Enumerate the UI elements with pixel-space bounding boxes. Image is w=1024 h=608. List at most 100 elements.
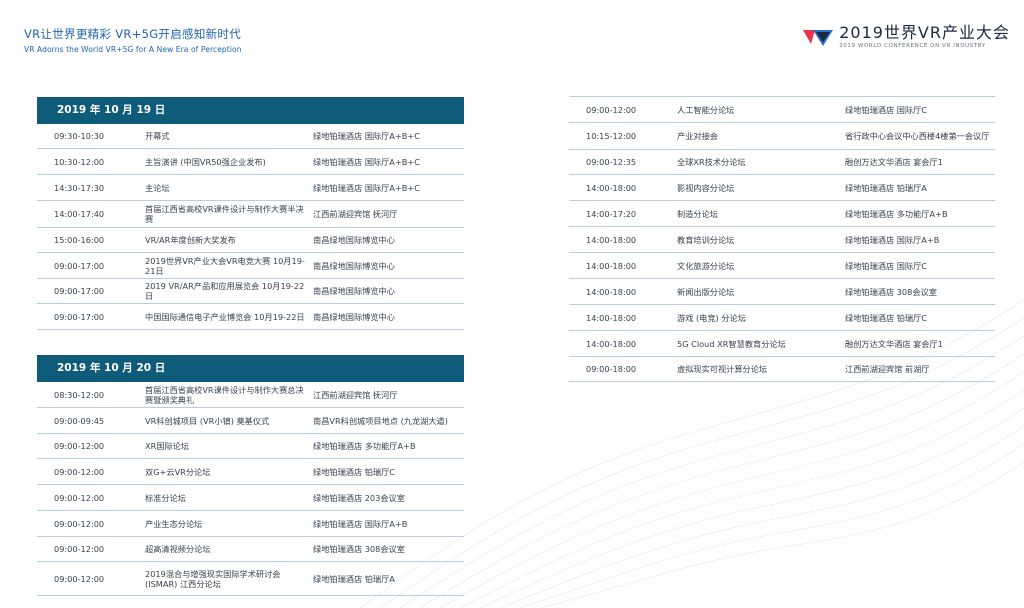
schedule-row: 14:00-18:00 教育培训分论坛 绿地铂瑞酒店 国际厅A+B xyxy=(569,227,995,253)
schedule-event: 中国国际通信电子产业博览会 10月19-22日 xyxy=(145,311,305,322)
schedule-venue: 南昌绿地国际博览中心 xyxy=(313,260,395,271)
schedule-row: 14:00-18:00 影视内容分论坛 绿地铂瑞酒店 铂瑞厅A xyxy=(569,175,995,201)
schedule-row: 10:15-12:00 产业对接会 省行政中心会议中心西楼4楼第一会议厅 xyxy=(569,123,995,150)
brand-title: 2019世界VR产业大会 xyxy=(839,23,1010,42)
schedule-venue: 绿地铂瑞酒店 国际厅A+B xyxy=(313,518,408,529)
schedule-row: 09:00-18:00 虚拟现实可视计算分论坛 江西前湖迎宾馆 前湖厅 xyxy=(569,357,995,382)
conference-logo-icon xyxy=(803,29,834,46)
slogan-chinese: VR让世界更精彩 VR+5G开启感知新时代 xyxy=(24,27,242,41)
schedule-row: 14:00-17:40 首届江西省高校VR课件设计与制作大赛半决赛 江西前湖迎宾馆 … xyxy=(37,201,464,228)
schedule-venue: 绿地铂瑞酒店 铂瑞厅A xyxy=(313,573,395,584)
brand-subtitle: 2019 WORLD CONFERENCE ON VR INDUSTRY xyxy=(839,43,986,49)
schedule-event: XR国际论坛 xyxy=(145,441,190,451)
schedule-time: 09:00-12:00 xyxy=(54,466,105,477)
schedule-event: 产业对接会 xyxy=(677,131,718,141)
schedule-time: 09:00-17:00 xyxy=(54,311,105,322)
schedule-event: 虚拟现实可视计算分论坛 xyxy=(677,364,768,374)
slogan-block: VR让世界更精彩 VR+5G开启感知新时代 VR Adorns the Worl… xyxy=(24,26,242,54)
schedule-time: 09:30-10:30 xyxy=(54,131,105,141)
schedule-venue: 南昌绿地国际博览中心 xyxy=(313,311,395,322)
schedule-event: 主旨演讲 (中国VR50强企业发布) xyxy=(145,156,266,167)
schedule-row: 15:00-16:00 VR/AR年度创新大奖发布 南昌绿地国际博览中心 xyxy=(37,228,464,253)
schedule-event: 5G Cloud XR智慧教育分论坛 xyxy=(677,338,786,349)
schedule-venue: 江西前湖迎宾馆 抚河厅 xyxy=(313,389,398,400)
schedule-venue: 融创万达文华酒店 宴会厅1 xyxy=(845,338,943,349)
schedule-time: 09:00-09:45 xyxy=(54,415,105,426)
schedule-event: 标准分论坛 xyxy=(145,492,186,503)
schedule-row: 14:00-18:00 文化旅游分论坛 绿地铂瑞酒店 国际厅C xyxy=(569,253,995,279)
day1-schedule-table: 09:30-10:30 开幕式 绿地铂瑞酒店 国际厅A+B+C 10:30-12:00… xyxy=(37,124,464,330)
schedule-event: 开幕式 xyxy=(145,131,170,141)
schedule-venue: 绿地铂瑞酒店 铂瑞厅A xyxy=(845,182,927,193)
schedule-event: 2019 VR/AR产品和应用展览会 10月19-22日 xyxy=(145,281,305,301)
schedule-venue: 绿地铂瑞酒店 铂瑞厅C xyxy=(313,466,396,477)
schedule-time: 09:00-12:00 xyxy=(54,544,105,554)
schedule-row: 14:00-18:00 新闻出版分论坛 绿地铂瑞酒店 308会议室 xyxy=(569,279,995,305)
schedule-event: 人工智能分论坛 xyxy=(677,104,735,115)
slogan-english: VR Adorns the World VR+5G for A New Era … xyxy=(24,45,242,54)
schedule-row: 09:00-17:00 中国国际通信电子产业博览会 10月19-22日 南昌绿地国际… xyxy=(37,304,464,330)
schedule-event: 首届江西省高校VR课件设计与制作大赛半决赛 xyxy=(145,204,304,224)
schedule-time: 14:00-18:00 xyxy=(586,338,637,349)
schedule-event: 主论坛 xyxy=(145,182,170,193)
schedule-time: 14:00-18:00 xyxy=(586,286,637,297)
schedule-row: 08:30-12:00 首届江西省高校VR课件设计与制作大赛总决赛暨颁奖典礼 江西前… xyxy=(37,382,464,408)
schedule-event: 影视内容分论坛 xyxy=(677,182,735,193)
schedule-row: 09:00-09:45 VR科创城项目 (VR小镇) 奠基仪式 南昌VR科创城项目地… xyxy=(37,408,464,434)
schedule-venue: 绿地铂瑞酒店 国际厅C xyxy=(845,104,928,115)
schedule-venue: 省行政中心会议中心西楼4楼第一会议厅 xyxy=(845,131,990,141)
schedule-row: 09:00-17:00 2019世界VR产业大会VR电竞大赛 10月19-21日南… xyxy=(37,253,464,279)
schedule-time: 09:00-12:00 xyxy=(54,518,105,529)
schedule-row: 09:00-12:35 全球XR技术分论坛 融创万达文华酒店 宴会厅1 xyxy=(569,150,995,175)
schedule-event: 全球XR技术分论坛 xyxy=(677,157,746,167)
schedule-row: 14:00-18:00 5G Cloud XR智慧教育分论坛 融创万达文华酒店 宴会… xyxy=(569,331,995,357)
day2-header: 2019 年 10 月 20 日 xyxy=(37,355,464,382)
schedule-time: 10:15-12:00 xyxy=(586,131,637,141)
schedule-event: 制造分论坛 xyxy=(677,208,718,219)
schedule-row: 14:30-17:30 主论坛 绿地铂瑞酒店 国际厅A+B+C xyxy=(37,175,464,201)
conference-brand: 2019世界VR产业大会 2019 WORLD CONFERENCE ON VR… xyxy=(803,24,1010,49)
schedule-venue: 绿地铂瑞酒店 国际厅A+B+C xyxy=(313,182,420,193)
schedule-row: 14:00-17:20 制造分论坛 绿地铂瑞酒店 多功能厅A+B xyxy=(569,201,995,227)
schedule-venue: 绿地铂瑞酒店 国际厅C xyxy=(845,260,928,271)
schedule-time: 09:00-12:00 xyxy=(54,573,105,584)
schedule-venue: 绿地铂瑞酒店 多功能厅A+B xyxy=(313,441,416,451)
schedule-row: 14:00-18:00 游戏 (电竞) 分论坛 绿地铂瑞酒店 铂瑞厅C xyxy=(569,305,995,331)
schedule-time: 10:30-12:00 xyxy=(54,156,105,167)
schedule-time: 09:00-12:00 xyxy=(54,441,105,451)
schedule-venue: 绿地铂瑞酒店 国际厅A+B xyxy=(845,234,940,245)
schedule-time: 15:00-16:00 xyxy=(54,235,105,245)
schedule-row: 09:00-12:00 标准分论坛 绿地铂瑞酒店 203会议室 xyxy=(37,485,464,511)
schedule-event: 超高清视频分论坛 xyxy=(145,544,211,554)
schedule-row: 09:00-12:00 产业生态分论坛 绿地铂瑞酒店 国际厅A+B xyxy=(37,511,464,537)
schedule-time: 09:00-12:35 xyxy=(586,157,637,167)
schedule-time: 14:30-17:30 xyxy=(54,182,105,193)
schedule-venue: 绿地铂瑞酒店 铂瑞厅C xyxy=(845,312,928,323)
schedule-time: 09:00-17:00 xyxy=(54,286,105,296)
schedule-time: 14:00-18:00 xyxy=(586,234,637,245)
schedule-event: 双G+云VR分论坛 xyxy=(145,466,211,477)
schedule-venue: 绿地铂瑞酒店 国际厅A+B+C xyxy=(313,131,420,141)
schedule-event: VR科创城项目 (VR小镇) 奠基仪式 xyxy=(145,415,270,426)
schedule-event: 新闻出版分论坛 xyxy=(677,286,735,297)
schedule-row: 09:00-17:00 2019 VR/AR产品和应用展览会 10月19-22日南… xyxy=(37,279,464,304)
day1-header: 2019 年 10 月 19 日 xyxy=(37,97,464,124)
schedule-venue: 南昌VR科创城项目地点 (九龙湖大道) xyxy=(313,415,448,426)
schedule-row: 09:00-12:00 超高清视频分论坛 绿地铂瑞酒店 308会议室 xyxy=(37,537,464,562)
schedule-event: 2019混合与增强现实国际学术研讨会 (ISMAR) 江西分论坛 xyxy=(145,568,281,589)
schedule-event: VR/AR年度创新大奖发布 xyxy=(145,235,236,245)
schedule-venue: 融创万达文华酒店 宴会厅1 xyxy=(845,157,943,167)
day2-continued-schedule-table: 09:00-12:00 人工智能分论坛 绿地铂瑞酒店 国际厅C 10:15-12:00… xyxy=(569,97,995,382)
schedule-row: 09:00-12:00 人工智能分论坛 绿地铂瑞酒店 国际厅C xyxy=(569,97,995,123)
schedule-row: 09:00-12:00 双G+云VR分论坛 绿地铂瑞酒店 铂瑞厅C xyxy=(37,459,464,485)
schedule-time: 09:00-12:00 xyxy=(586,104,637,115)
schedule-venue: 江西前湖迎宾馆 前湖厅 xyxy=(845,364,930,374)
schedule-event: 教育培训分论坛 xyxy=(677,234,735,245)
schedule-row: 10:30-12:00 主旨演讲 (中国VR50强企业发布) 绿地铂瑞酒店 国际厅A… xyxy=(37,149,464,175)
schedule-time: 14:00-17:20 xyxy=(586,208,637,219)
schedule-time: 14:00-17:40 xyxy=(54,209,105,219)
schedule-event: 产业生态分论坛 xyxy=(145,518,203,529)
schedule-event: 首届江西省高校VR课件设计与制作大赛总决赛暨颁奖典礼 xyxy=(145,384,304,405)
schedule-time: 14:00-18:00 xyxy=(586,312,637,323)
schedule-time: 08:30-12:00 xyxy=(54,389,105,400)
